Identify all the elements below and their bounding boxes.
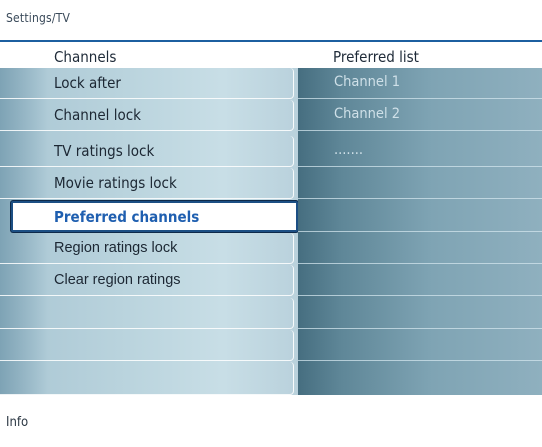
preferred-list-item[interactable]: Channel 1 (298, 68, 542, 99)
menu-item-label: Region ratings lock (54, 240, 178, 256)
menu-item-empty (0, 330, 294, 361)
menu-panel: Lock after Channel lock TV ratings lock … (0, 68, 298, 395)
info-label: Info (6, 415, 29, 430)
menu-item-empty (0, 362, 294, 395)
preferred-list-item-label: ....... (334, 142, 363, 158)
preferred-list-item[interactable]: Channel 2 (298, 100, 542, 131)
left-column-title: Channels (54, 48, 117, 66)
right-column-title: Preferred list (333, 48, 419, 66)
preferred-list-item (298, 201, 542, 232)
header-divider (0, 40, 542, 42)
menu-item-preferred-channels[interactable]: Preferred channels (11, 201, 298, 232)
menu-item-label: Lock after (54, 74, 121, 92)
preferred-list-item-label: Channel 2 (334, 106, 401, 122)
preferred-list-item (298, 233, 542, 264)
menu-item-empty (0, 298, 294, 329)
preferred-list-item (298, 330, 542, 361)
menu-item-movie-ratings-lock[interactable]: Movie ratings lock (0, 168, 294, 199)
info-bar: Info (0, 395, 542, 447)
menu-item-region-ratings-lock[interactable]: Region ratings lock (0, 233, 294, 264)
preferred-list-item (298, 265, 542, 296)
preferred-list-item-label: Channel 1 (334, 74, 401, 90)
menu-item-label: Preferred channels (54, 208, 200, 226)
left-column-header: Channels (0, 44, 298, 68)
menu-item-lock-after[interactable]: Lock after (0, 68, 294, 99)
menu-item-clear-region-ratings[interactable]: Clear region ratings (0, 265, 294, 296)
breadcrumb: Settings/TV (6, 11, 71, 25)
menu-item-channel-lock[interactable]: Channel lock (0, 100, 294, 131)
menu-item-label: Channel lock (54, 106, 141, 124)
menu-item-label: Clear region ratings (54, 272, 181, 288)
preferred-list-item (298, 298, 542, 329)
preferred-list-item (298, 362, 542, 395)
menu-item-label: Movie ratings lock (54, 174, 177, 192)
right-column-header: Preferred list (298, 44, 542, 68)
header-bar: Settings/TV (0, 0, 542, 42)
menu-item-tv-ratings-lock[interactable]: TV ratings lock (0, 136, 294, 167)
menu-item-label: TV ratings lock (54, 142, 155, 160)
preferred-list-item (298, 168, 542, 199)
tv-menu-screen: Settings/TV Channels Preferred list Lock… (0, 0, 542, 447)
preferred-list-item[interactable]: ....... (298, 136, 542, 167)
preferred-list-panel: Channel 1 Channel 2 ....... (298, 68, 542, 395)
